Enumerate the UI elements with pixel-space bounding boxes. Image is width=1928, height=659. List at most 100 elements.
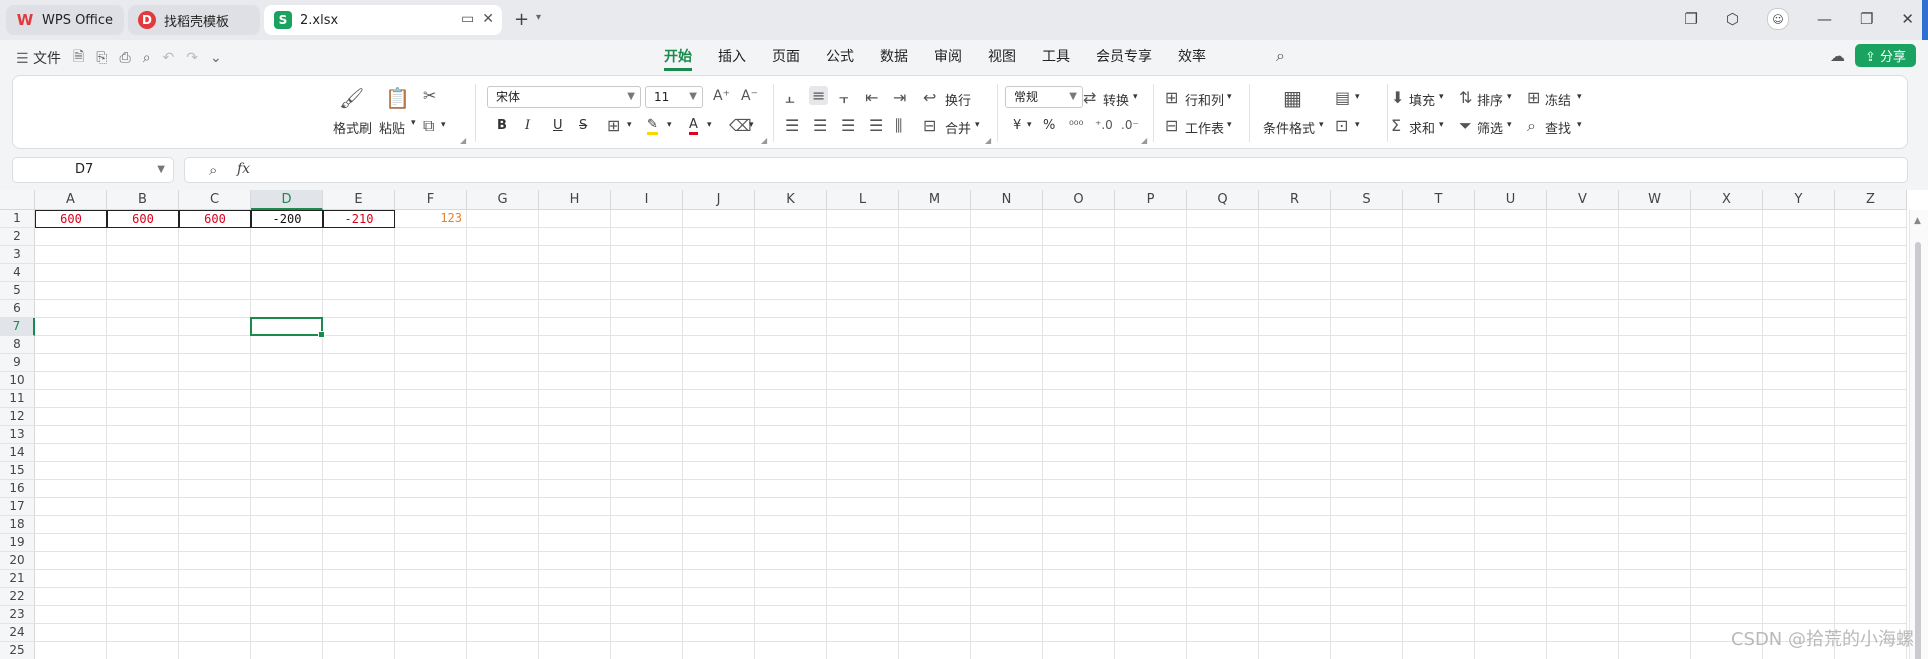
cell-z7[interactable] <box>1835 318 1907 336</box>
cell-n14[interactable] <box>971 444 1043 462</box>
cell-u14[interactable] <box>1475 444 1547 462</box>
cell-d5[interactable] <box>251 282 323 300</box>
worksheet-icon[interactable]: ⊟ <box>1165 116 1178 135</box>
cell-x4[interactable] <box>1691 264 1763 282</box>
cell-e23[interactable] <box>323 606 395 624</box>
cell-w23[interactable] <box>1619 606 1691 624</box>
cell-c18[interactable] <box>179 516 251 534</box>
cell-u5[interactable] <box>1475 282 1547 300</box>
cell-x15[interactable] <box>1691 462 1763 480</box>
column-header-o[interactable]: O <box>1043 190 1115 210</box>
cell-t4[interactable] <box>1403 264 1475 282</box>
cell-c22[interactable] <box>179 588 251 606</box>
cell-r12[interactable] <box>1259 408 1331 426</box>
cell-d4[interactable] <box>251 264 323 282</box>
cell-a7[interactable] <box>35 318 107 336</box>
cell-g4[interactable] <box>467 264 539 282</box>
cell-a16[interactable] <box>35 480 107 498</box>
cell-b13[interactable] <box>107 426 179 444</box>
convert-label[interactable]: 转换 <box>1103 90 1129 109</box>
cell-b18[interactable] <box>107 516 179 534</box>
cell-g6[interactable] <box>467 300 539 318</box>
justify-icon[interactable]: ☰ <box>869 116 883 135</box>
cell-x2[interactable] <box>1691 228 1763 246</box>
cell-c14[interactable] <box>179 444 251 462</box>
cell-y8[interactable] <box>1763 336 1835 354</box>
cell-m5[interactable] <box>899 282 971 300</box>
cell-y5[interactable] <box>1763 282 1835 300</box>
cell-h5[interactable] <box>539 282 611 300</box>
cell-s12[interactable] <box>1331 408 1403 426</box>
cell-n19[interactable] <box>971 534 1043 552</box>
cell-s2[interactable] <box>1331 228 1403 246</box>
tab-list-chevron-icon[interactable]: ▾ <box>536 12 541 23</box>
cell-r16[interactable] <box>1259 480 1331 498</box>
cell-r2[interactable] <box>1259 228 1331 246</box>
cell-e5[interactable] <box>323 282 395 300</box>
close-window-icon[interactable]: ✕ <box>1901 10 1914 28</box>
cell-h12[interactable] <box>539 408 611 426</box>
tab-monitor-icon[interactable]: ▭ <box>461 11 474 27</box>
cell-j25[interactable] <box>683 642 755 659</box>
cell-w22[interactable] <box>1619 588 1691 606</box>
cell-p1[interactable] <box>1115 210 1187 228</box>
sum-label[interactable]: 求和 <box>1409 118 1435 137</box>
cell-r3[interactable] <box>1259 246 1331 264</box>
cell-y4[interactable] <box>1763 264 1835 282</box>
worksheet-chevron-icon[interactable]: ▾ <box>1227 120 1232 130</box>
cell-p13[interactable] <box>1115 426 1187 444</box>
cell-j14[interactable] <box>683 444 755 462</box>
decrease-decimal-icon[interactable]: .0⁻ <box>1121 118 1139 132</box>
cell-o14[interactable] <box>1043 444 1115 462</box>
row-header-23[interactable]: 23 <box>0 606 35 624</box>
cell-c12[interactable] <box>179 408 251 426</box>
format-painter-icon[interactable]: 🖌 <box>339 86 364 110</box>
cell-m22[interactable] <box>899 588 971 606</box>
cell-z3[interactable] <box>1835 246 1907 264</box>
cell-i14[interactable] <box>611 444 683 462</box>
cell-m12[interactable] <box>899 408 971 426</box>
cell-d19[interactable] <box>251 534 323 552</box>
undo-icon[interactable]: ↶ <box>163 50 175 66</box>
column-header-t[interactable]: T <box>1403 190 1475 210</box>
cell-d23[interactable] <box>251 606 323 624</box>
cell-v24[interactable] <box>1547 624 1619 642</box>
cell-c10[interactable] <box>179 372 251 390</box>
cell-b8[interactable] <box>107 336 179 354</box>
cell-t1[interactable] <box>1403 210 1475 228</box>
cell-n18[interactable] <box>971 516 1043 534</box>
cell-z9[interactable] <box>1835 354 1907 372</box>
cell-n12[interactable] <box>971 408 1043 426</box>
row-header-9[interactable]: 9 <box>0 354 35 372</box>
cell-q11[interactable] <box>1187 390 1259 408</box>
scrollbar-thumb[interactable] <box>1915 242 1921 659</box>
cell-q19[interactable] <box>1187 534 1259 552</box>
cell-l16[interactable] <box>827 480 899 498</box>
cell-f24[interactable] <box>395 624 467 642</box>
cell-a13[interactable] <box>35 426 107 444</box>
cell-f13[interactable] <box>395 426 467 444</box>
cell-q8[interactable] <box>1187 336 1259 354</box>
cell-h22[interactable] <box>539 588 611 606</box>
cell-f23[interactable] <box>395 606 467 624</box>
cell-v4[interactable] <box>1547 264 1619 282</box>
cell-v20[interactable] <box>1547 552 1619 570</box>
cut-icon[interactable]: ✂ <box>423 86 436 105</box>
merge-label[interactable]: 合并 <box>945 118 971 137</box>
font-expand-icon[interactable]: ◢ <box>761 136 767 145</box>
cell-w21[interactable] <box>1619 570 1691 588</box>
cell-d10[interactable] <box>251 372 323 390</box>
cell-p16[interactable] <box>1115 480 1187 498</box>
column-header-u[interactable]: U <box>1475 190 1547 210</box>
cell-f12[interactable] <box>395 408 467 426</box>
cell-s6[interactable] <box>1331 300 1403 318</box>
cell-p7[interactable] <box>1115 318 1187 336</box>
cell-m23[interactable] <box>899 606 971 624</box>
cell-g22[interactable] <box>467 588 539 606</box>
tab-review[interactable]: 审阅 <box>934 46 962 71</box>
cell-i16[interactable] <box>611 480 683 498</box>
cell-k25[interactable] <box>755 642 827 659</box>
cell-b5[interactable] <box>107 282 179 300</box>
cell-f10[interactable] <box>395 372 467 390</box>
tab-template[interactable]: D 找稻壳模板 <box>128 5 260 35</box>
